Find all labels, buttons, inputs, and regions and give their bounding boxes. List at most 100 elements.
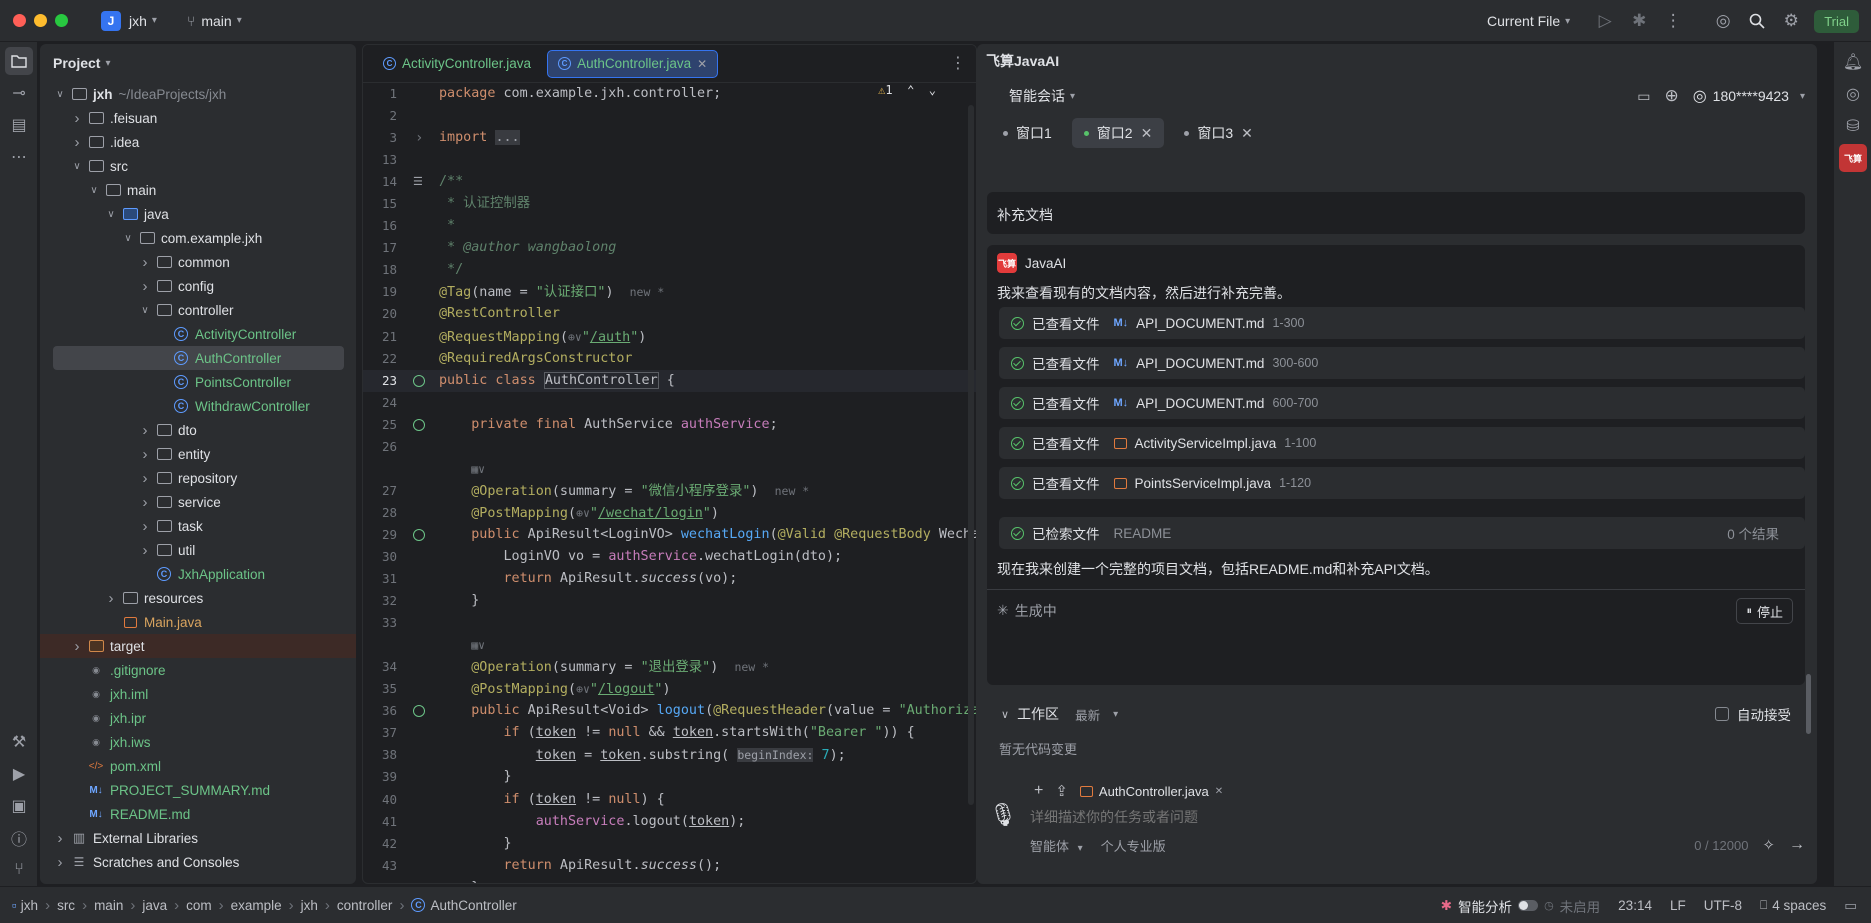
- tree-item[interactable]: › .idea: [40, 130, 356, 154]
- gutter[interactable]: [405, 678, 439, 700]
- tree-item[interactable]: › dto: [40, 418, 356, 442]
- line-number[interactable]: 27: [363, 480, 405, 502]
- code-line[interactable]: 35 @PostMapping(⊕∨"/logout"): [363, 678, 976, 700]
- tree-item[interactable]: › target: [40, 634, 356, 658]
- chevron-right-icon[interactable]: ›: [138, 254, 152, 271]
- remove-attachment-icon[interactable]: ✕: [1215, 786, 1223, 797]
- mode-selector[interactable]: 智能会话 ▾: [1009, 86, 1075, 106]
- chevron-right-icon[interactable]: ›: [138, 518, 152, 535]
- chevron-down-icon[interactable]: ∨: [104, 209, 118, 220]
- code-line[interactable]: 30 LoginVO vo = authService.wechatLogin(…: [363, 546, 976, 568]
- new-chat-icon[interactable]: ⊕: [1664, 86, 1678, 106]
- line-number[interactable]: 24: [363, 392, 405, 414]
- gutter[interactable]: [405, 392, 439, 414]
- tree-item[interactable]: › resources: [40, 586, 356, 610]
- gutter[interactable]: [405, 436, 439, 458]
- memory-indicator-icon[interactable]: ▭: [1844, 898, 1857, 914]
- code-line[interactable]: ▦∨: [363, 458, 976, 480]
- add-context-icon[interactable]: +: [1034, 782, 1043, 800]
- tree-item[interactable]: › service: [40, 490, 356, 514]
- tree-item[interactable]: › repository: [40, 466, 356, 490]
- line-number[interactable]: 31: [363, 568, 405, 590]
- tab-window-3[interactable]: 窗口3 ✕: [1172, 118, 1265, 148]
- gutter[interactable]: [405, 348, 439, 370]
- tree-item[interactable]: ∨ main: [40, 178, 356, 202]
- line-number[interactable]: 37: [363, 722, 405, 744]
- code-line[interactable]: 17 * @author wangbaolong: [363, 237, 976, 259]
- editor-scrollbar[interactable]: [968, 105, 974, 805]
- file-encoding[interactable]: UTF-8: [1704, 898, 1742, 913]
- line-number[interactable]: [363, 634, 405, 656]
- tree-item[interactable]: ◉ jxh.iml: [40, 682, 356, 706]
- chat-input[interactable]: [1030, 804, 1750, 830]
- code-line[interactable]: 20 @RestController: [363, 303, 976, 325]
- code-line[interactable]: 29 public ApiResult<LoginVO> wechatLogin…: [363, 524, 976, 546]
- debug-icon[interactable]: ✱: [1622, 4, 1656, 38]
- tree-item[interactable]: ◉ jxh.iws: [40, 730, 356, 754]
- line-number[interactable]: [363, 458, 405, 480]
- breadcrumb-item[interactable]: com: [186, 898, 212, 913]
- line-number[interactable]: 38: [363, 744, 405, 766]
- tree-item[interactable]: › .feisuan: [40, 106, 356, 130]
- chevron-down-icon[interactable]: ∨: [53, 89, 67, 100]
- line-number[interactable]: 32: [363, 590, 405, 612]
- analysis-toggle[interactable]: [1518, 900, 1539, 911]
- tree-item[interactable]: › config: [40, 274, 356, 298]
- line-number[interactable]: 15: [363, 193, 405, 215]
- gutter[interactable]: [405, 502, 439, 524]
- gear-icon[interactable]: ⚙: [1774, 4, 1808, 38]
- gutter[interactable]: [405, 700, 439, 722]
- code-line[interactable]: 19 @Tag(name = "认证接口") new *: [363, 281, 976, 303]
- gutter[interactable]: [405, 414, 439, 436]
- gutter[interactable]: [405, 855, 439, 877]
- gutter[interactable]: [405, 480, 439, 502]
- code-line[interactable]: 39 }: [363, 766, 976, 788]
- gutter[interactable]: [405, 568, 439, 590]
- breadcrumb-item[interactable]: controller: [337, 898, 393, 913]
- fold-icon[interactable]: ›: [415, 127, 423, 149]
- code-line[interactable]: 15 * 认证控制器: [363, 193, 976, 215]
- line-number[interactable]: 36: [363, 700, 405, 722]
- gutter[interactable]: [405, 259, 439, 281]
- bean-icon[interactable]: [413, 528, 425, 541]
- line-number[interactable]: 17: [363, 237, 405, 259]
- project-switcher[interactable]: jxh ▾: [129, 13, 157, 29]
- tree-item[interactable]: </> pom.xml: [40, 754, 356, 778]
- gutter[interactable]: [405, 193, 439, 215]
- tree-item[interactable]: ∨ com.example.jxh: [40, 226, 356, 250]
- code-line[interactable]: 43 return ApiResult.success();: [363, 855, 976, 877]
- code-line[interactable]: 27 @Operation(summary = "微信小程序登录") new *: [363, 480, 976, 502]
- breadcrumb-item[interactable]: jxh: [21, 898, 38, 913]
- tree-item[interactable]: C PointsController: [40, 370, 356, 394]
- line-number[interactable]: 39: [363, 766, 405, 788]
- line-number[interactable]: 29: [363, 524, 405, 546]
- line-number[interactable]: 20: [363, 303, 405, 325]
- code-line[interactable]: 32 }: [363, 590, 976, 612]
- ai-chat-icon[interactable]: ◎: [1839, 80, 1867, 108]
- chevron-down-icon[interactable]: ∨: [121, 233, 135, 244]
- code-line[interactable]: 18 */: [363, 259, 976, 281]
- gutter[interactable]: [405, 877, 439, 883]
- search-action-row[interactable]: 已检索文件 README 0 个结果: [999, 517, 1805, 549]
- chevron-right-icon[interactable]: ›: [53, 854, 67, 871]
- line-number[interactable]: 44: [363, 877, 405, 883]
- line-number[interactable]: 42: [363, 833, 405, 855]
- structure-icon[interactable]: ▤: [5, 111, 33, 139]
- account-menu[interactable]: ◎ 180****9423 ▾: [1693, 86, 1805, 106]
- gutter[interactable]: [405, 833, 439, 855]
- file-action-row[interactable]: 已查看文件 M↓ API_DOCUMENT.md 300-600: [999, 347, 1805, 379]
- close-window-button[interactable]: [13, 14, 26, 27]
- chevron-right-icon[interactable]: ›: [138, 494, 152, 511]
- line-number[interactable]: 14: [363, 171, 405, 193]
- chevron-right-icon[interactable]: ›: [70, 134, 84, 151]
- run-config-selector[interactable]: Current File ▾: [1487, 13, 1570, 29]
- line-number[interactable]: 21: [363, 326, 405, 348]
- tree-item[interactable]: C ActivityController: [40, 322, 356, 346]
- line-number[interactable]: 33: [363, 612, 405, 634]
- zoom-window-button[interactable]: [55, 14, 68, 27]
- attached-file-chip[interactable]: AuthController.java ✕: [1079, 784, 1223, 799]
- chevron-right-icon[interactable]: ›: [138, 422, 152, 439]
- line-number[interactable]: 18: [363, 259, 405, 281]
- tree-item[interactable]: › task: [40, 514, 356, 538]
- breadcrumb-item[interactable]: main: [94, 898, 123, 913]
